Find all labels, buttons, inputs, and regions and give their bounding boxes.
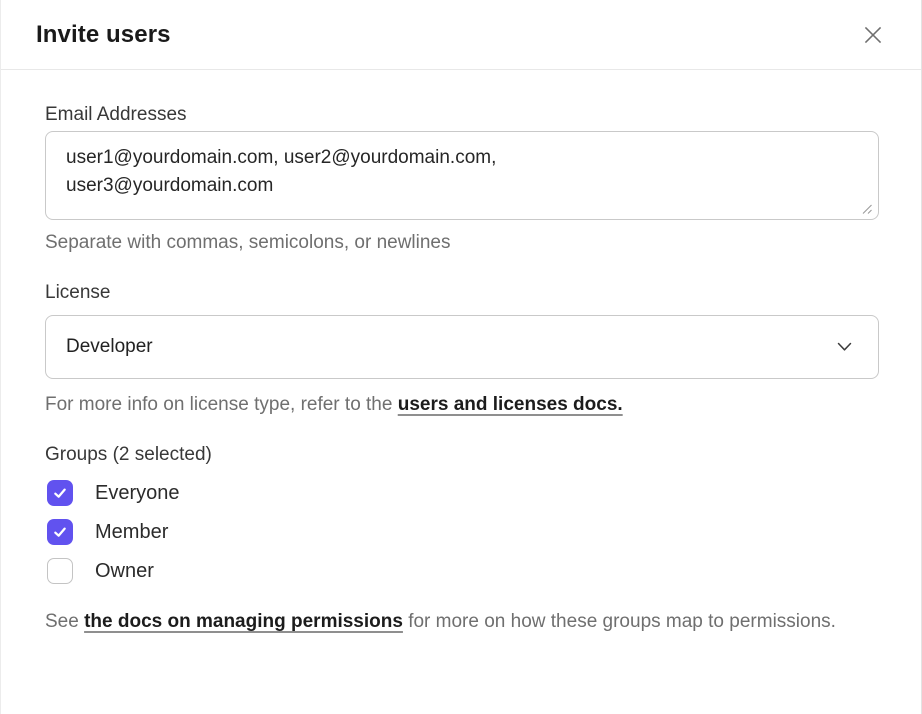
email-addresses-label: Email Addresses: [45, 103, 877, 127]
email-addresses-input[interactable]: user1@yourdomain.com, user2@yourdomain.c…: [45, 131, 879, 220]
chevron-down-icon: [837, 342, 852, 352]
email-addresses-field: Email Addresses user1@yourdomain.com, us…: [45, 103, 877, 255]
everyone-checkbox[interactable]: [47, 480, 73, 506]
everyone-checkbox-label: Everyone: [95, 482, 180, 505]
group-option-member[interactable]: Member: [45, 519, 877, 545]
license-select[interactable]: Developer: [45, 315, 879, 379]
group-option-owner[interactable]: Owner: [45, 558, 877, 584]
close-button[interactable]: [857, 19, 889, 51]
email-addresses-textarea-wrap: user1@yourdomain.com, user2@yourdomain.c…: [45, 131, 877, 220]
checkmark-icon: [52, 524, 68, 540]
footer-prefix: See: [45, 611, 84, 632]
license-helper-prefix: For more info on license type, refer to …: [45, 394, 398, 415]
invite-users-modal: Invite users Email Addresses user1@yourd…: [0, 0, 922, 714]
modal-title: Invite users: [36, 21, 171, 49]
license-field: License Developer For more info on licen…: [45, 281, 877, 417]
checkmark-icon: [52, 485, 68, 501]
groups-footer-note: See the docs on managing permissions for…: [45, 607, 877, 636]
modal-body: Email Addresses user1@yourdomain.com, us…: [1, 70, 921, 636]
footer-suffix: for more on how these groups map to perm…: [403, 611, 836, 632]
managing-permissions-docs-link[interactable]: the docs on managing permissions: [84, 611, 403, 632]
license-helper-text: For more info on license type, refer to …: [45, 393, 877, 417]
member-checkbox-label: Member: [95, 521, 168, 544]
owner-checkbox-label: Owner: [95, 560, 154, 583]
close-icon: [860, 22, 886, 48]
groups-field: Groups (2 selected) Everyone: [45, 443, 877, 636]
member-checkbox[interactable]: [47, 519, 73, 545]
email-helper-text: Separate with commas, semicolons, or new…: [45, 231, 877, 255]
modal-header: Invite users: [1, 0, 921, 70]
groups-checkbox-list: Everyone Member: [45, 480, 877, 584]
groups-label: Groups (2 selected): [45, 443, 877, 467]
group-option-everyone[interactable]: Everyone: [45, 480, 877, 506]
license-selected-value: Developer: [66, 336, 153, 358]
owner-checkbox[interactable]: [47, 558, 73, 584]
license-label: License: [45, 281, 877, 305]
users-and-licenses-docs-link[interactable]: users and licenses docs.: [398, 394, 623, 415]
